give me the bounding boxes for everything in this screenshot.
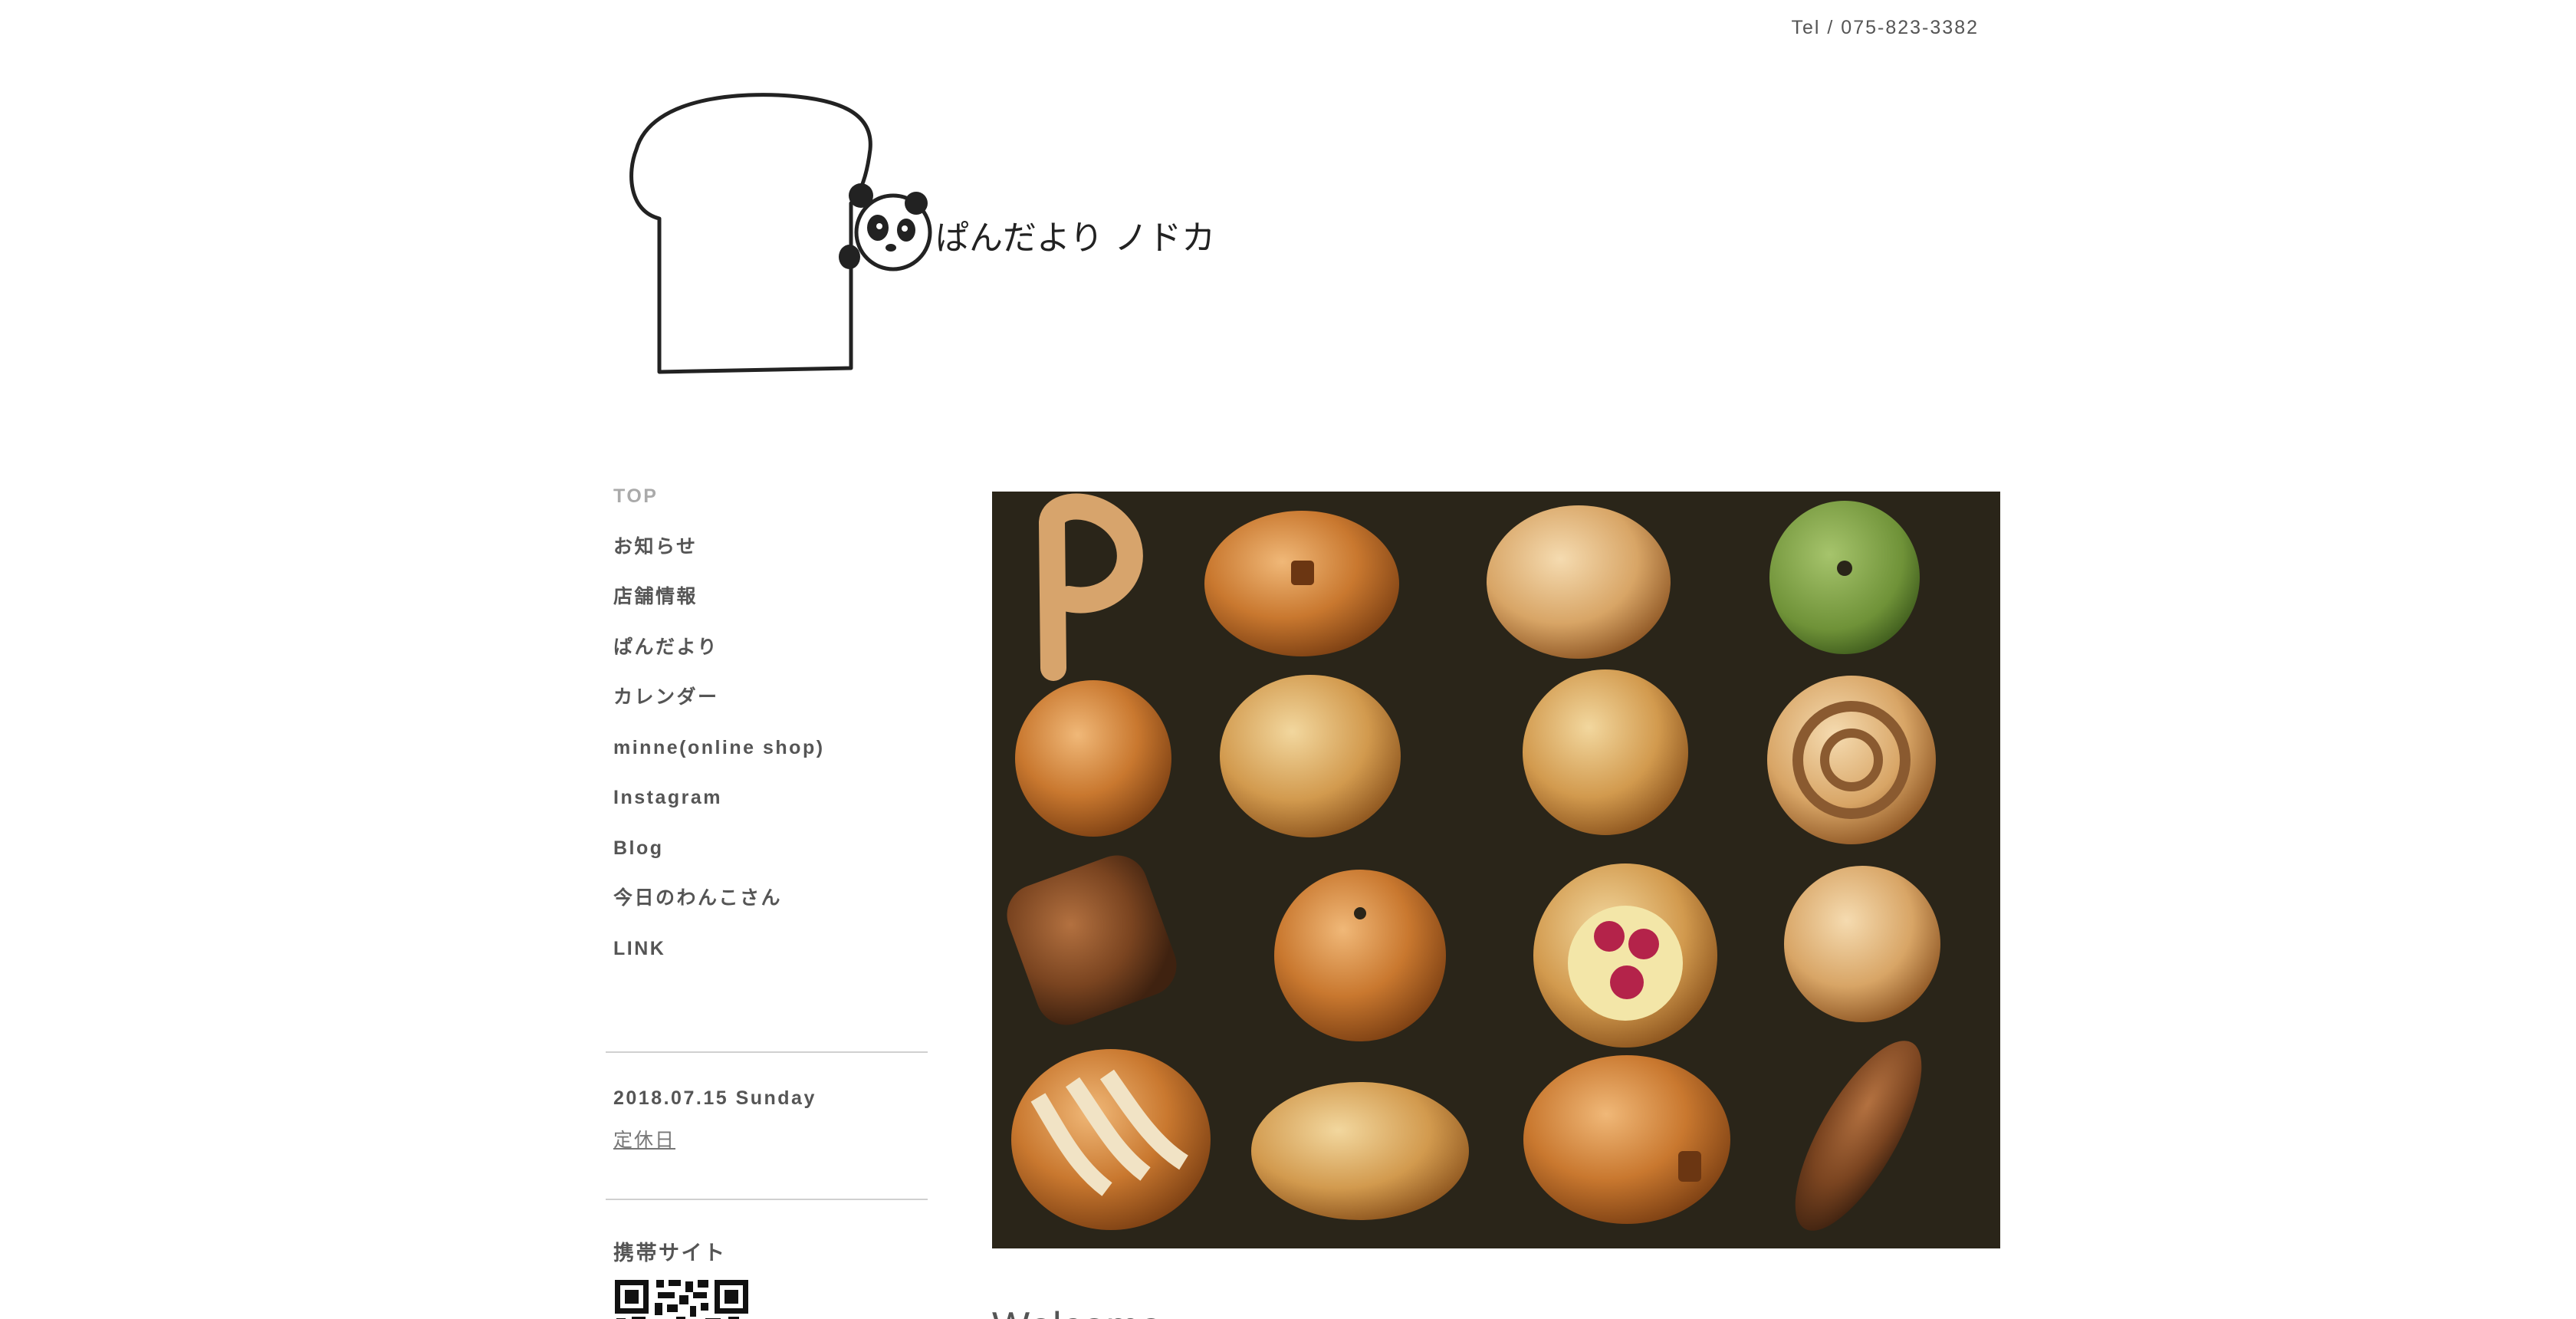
nav-item-instagram[interactable]: Instagram <box>613 773 928 824</box>
mobile-site-section: 携帯サイト <box>613 1236 727 1266</box>
divider <box>606 1199 928 1200</box>
calendar-date: 2018.07.15 Sunday <box>613 1087 816 1109</box>
nav-item-pandayori[interactable]: ぱんだより <box>613 623 928 673</box>
site-logo[interactable]: ぱんだより ノドカ <box>606 65 1372 387</box>
qr-code-icon <box>613 1278 750 1319</box>
nav-item-store-info[interactable]: 店舗情報 <box>613 572 928 623</box>
nav-item-news[interactable]: お知らせ <box>613 522 928 573</box>
nav-item-blog[interactable]: Blog <box>613 824 928 874</box>
mobile-site-title: 携帯サイト <box>613 1242 727 1265</box>
welcome-heading: Welcome <box>992 1304 1163 1319</box>
divider <box>606 1051 928 1053</box>
nav-item-top[interactable]: TOP <box>613 472 928 522</box>
nav-item-minne[interactable]: minne(online shop) <box>613 723 928 774</box>
logo-text: ぱんだより ノドカ <box>935 219 1215 258</box>
nav-item-link[interactable]: LINK <box>613 924 928 975</box>
nav-item-todays-dog[interactable]: 今日のわんこさん <box>613 873 928 924</box>
sidebar-nav: TOP お知らせ 店舗情報 ぱんだより カレンダー minne(online s… <box>606 472 928 974</box>
bread-hero-image <box>992 492 2000 1248</box>
tel-number: Tel / 075-823-3382 <box>1791 17 1979 38</box>
closed-day-link[interactable]: 定休日 <box>613 1125 675 1153</box>
nav-item-calendar[interactable]: カレンダー <box>613 673 928 723</box>
calendar-widget: 2018.07.15 Sunday 定休日 <box>613 1087 816 1153</box>
